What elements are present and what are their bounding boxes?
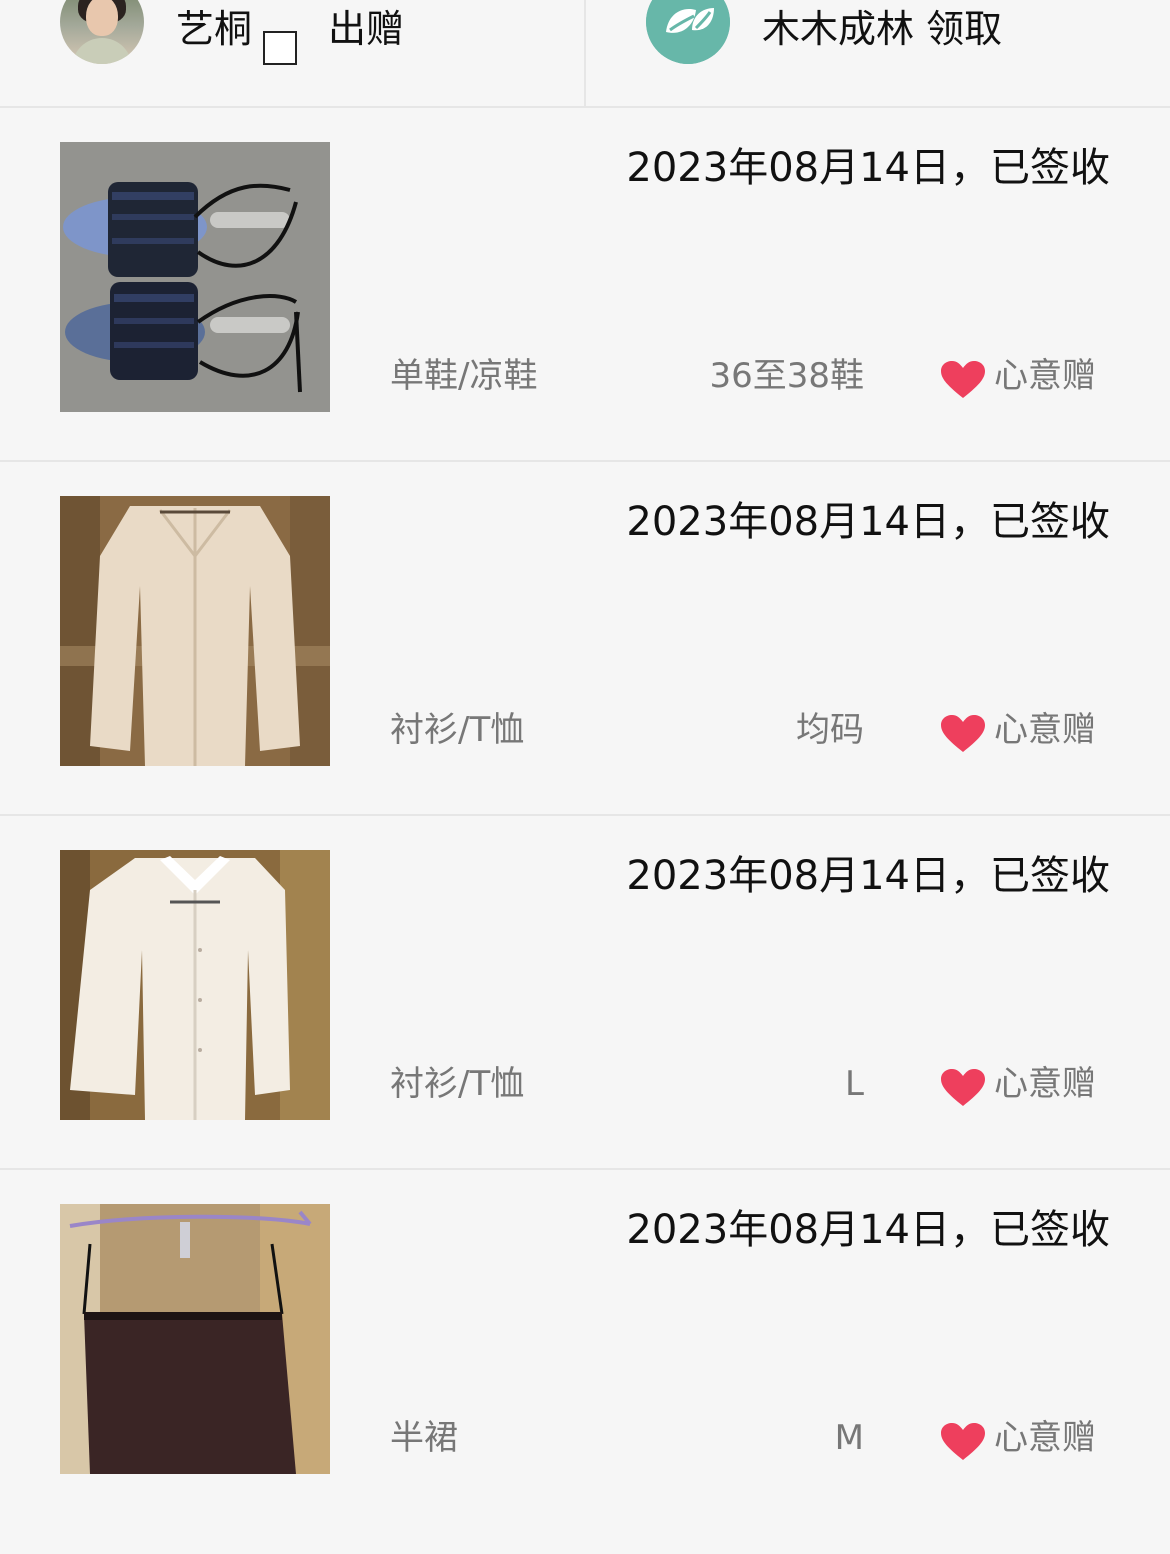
record-category: 单鞋/凉鞋 bbox=[390, 356, 538, 396]
record-size: L bbox=[845, 1064, 864, 1104]
transfer-header: 艺桐 出赠 木木成林 领取 bbox=[0, 0, 1170, 108]
record-date-status: 2023年08月14日，已签收 bbox=[626, 499, 1110, 545]
gift-tag-label: 心意赠 bbox=[994, 1064, 1096, 1104]
record-category: 衬衫/T恤 bbox=[390, 710, 525, 750]
record-category: 衬衫/T恤 bbox=[390, 1064, 525, 1104]
skirt-photo[interactable] bbox=[60, 1204, 330, 1474]
receiver-leaf-logo-icon[interactable] bbox=[646, 0, 730, 64]
record-category: 半裙 bbox=[390, 1418, 458, 1458]
gift-tag-label: 心意赠 bbox=[994, 1418, 1096, 1458]
shirt-photo[interactable] bbox=[60, 850, 330, 1120]
giver-avatar[interactable] bbox=[60, 0, 144, 64]
record-size: M bbox=[834, 1418, 864, 1458]
donation-record[interactable]: 2023年08月14日，已签收 半裙 M 心意赠 bbox=[0, 1172, 1170, 1524]
giver-action-label: 出赠 bbox=[328, 7, 405, 51]
record-date-status: 2023年08月14日，已签收 bbox=[626, 853, 1110, 899]
heart-icon bbox=[941, 1423, 985, 1460]
record-size: 36至38鞋 bbox=[709, 356, 864, 396]
donation-record[interactable]: 2023年08月14日，已签收 衬衫/T恤 均码 心意赠 bbox=[0, 464, 1170, 816]
gift-tag-label: 心意赠 bbox=[994, 710, 1096, 750]
heart-icon bbox=[941, 361, 985, 398]
giver-name[interactable]: 艺桐 bbox=[176, 6, 252, 52]
receiver-label[interactable]: 木木成林 领取 bbox=[762, 6, 1002, 52]
cardigan-photo[interactable] bbox=[60, 496, 330, 766]
heart-icon bbox=[941, 715, 985, 752]
record-date-status: 2023年08月14日，已签收 bbox=[626, 145, 1110, 191]
donation-record[interactable]: 2023年08月14日，已签收 衬衫/T恤 L 心意赠 bbox=[0, 818, 1170, 1170]
missing-glyph-box bbox=[263, 31, 297, 65]
header-divider bbox=[584, 0, 586, 106]
gift-tag-label: 心意赠 bbox=[994, 356, 1096, 396]
sandals-photo[interactable] bbox=[60, 142, 330, 412]
record-date-status: 2023年08月14日，已签收 bbox=[626, 1207, 1110, 1253]
heart-icon bbox=[941, 1069, 985, 1106]
donation-record[interactable]: 2023年08月14日，已签收 单鞋/凉鞋 36至38鞋 心意赠 bbox=[0, 110, 1170, 462]
record-size: 均码 bbox=[796, 710, 864, 750]
